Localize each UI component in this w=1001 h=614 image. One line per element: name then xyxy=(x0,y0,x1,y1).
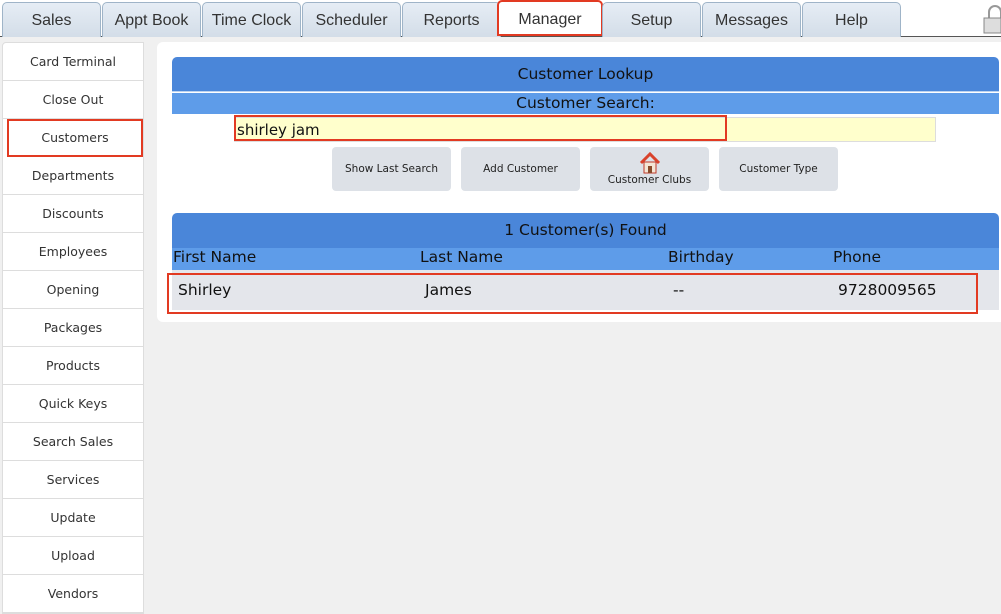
cell-birthday: -- xyxy=(673,281,685,299)
cell-phone: 9728009565 xyxy=(838,281,937,299)
customer-lookup-title: Customer Lookup xyxy=(172,57,999,92)
column-first-name: First Name xyxy=(173,248,257,266)
show-last-search-button[interactable]: Show Last Search xyxy=(332,147,451,191)
button-label: Show Last Search xyxy=(345,163,438,175)
tab-messages[interactable]: Messages xyxy=(702,2,801,37)
customer-clubs-button[interactable]: Customer Clubs xyxy=(590,147,709,191)
tab-manager[interactable]: Manager xyxy=(497,0,603,36)
button-label: Add Customer xyxy=(483,163,558,175)
column-phone: Phone xyxy=(833,248,882,266)
results-title: 1 Customer(s) Found xyxy=(172,213,999,248)
customer-type-button[interactable]: Customer Type xyxy=(719,147,838,191)
tab-setup[interactable]: Setup xyxy=(602,2,701,37)
column-birthday: Birthday xyxy=(668,248,734,266)
customer-search-input[interactable] xyxy=(234,117,936,142)
sidebar-item-discounts[interactable]: Discounts xyxy=(3,195,143,233)
sidebar-item-products[interactable]: Products xyxy=(3,347,143,385)
lock-icon[interactable] xyxy=(983,4,1001,34)
sidebar-item-services[interactable]: Services xyxy=(3,461,143,499)
button-label: Customer Type xyxy=(739,163,818,175)
customer-lookup-panel: Customer Lookup Customer Search: Show La… xyxy=(157,42,1001,322)
sidebar-item-customers[interactable]: Customers xyxy=(7,119,143,157)
tab-help[interactable]: Help xyxy=(802,2,901,37)
tab-sales[interactable]: Sales xyxy=(2,2,101,37)
button-label: Customer Clubs xyxy=(607,174,692,186)
column-last-name: Last Name xyxy=(420,248,503,266)
sidebar-item-search-sales[interactable]: Search Sales xyxy=(3,423,143,461)
sidebar-item-vendors[interactable]: Vendors xyxy=(3,575,143,613)
sidebar-item-opening[interactable]: Opening xyxy=(3,271,143,309)
tab-scheduler[interactable]: Scheduler xyxy=(302,2,401,37)
sidebar-item-close-out[interactable]: Close Out xyxy=(3,81,143,119)
add-customer-button[interactable]: Add Customer xyxy=(461,147,580,191)
sidebar-item-packages[interactable]: Packages xyxy=(3,309,143,347)
house-icon xyxy=(639,152,660,174)
sidebar-item-quick-keys[interactable]: Quick Keys xyxy=(3,385,143,423)
tab-appt-book[interactable]: Appt Book xyxy=(102,2,201,37)
sidebar-item-departments[interactable]: Departments xyxy=(3,157,143,195)
cell-last-name: James xyxy=(425,281,472,299)
results-column-headers: First Name Last Name Birthday Phone xyxy=(172,248,999,270)
cell-first-name: Shirley xyxy=(178,281,232,299)
sidebar-item-upload[interactable]: Upload xyxy=(3,537,143,575)
sidebar-item-update[interactable]: Update xyxy=(3,499,143,537)
table-row[interactable]: Shirley James -- 9728009565 xyxy=(172,270,999,310)
manager-sidebar: Card Terminal Close Out Customers Depart… xyxy=(2,42,144,614)
tab-reports[interactable]: Reports xyxy=(402,2,501,37)
customer-search-label: Customer Search: xyxy=(172,93,999,114)
top-tab-bar: Sales Appt Book Time Clock Scheduler Rep… xyxy=(0,0,1001,37)
tab-time-clock[interactable]: Time Clock xyxy=(202,2,301,37)
sidebar-item-card-terminal[interactable]: Card Terminal xyxy=(3,43,143,81)
sidebar-item-employees[interactable]: Employees xyxy=(3,233,143,271)
